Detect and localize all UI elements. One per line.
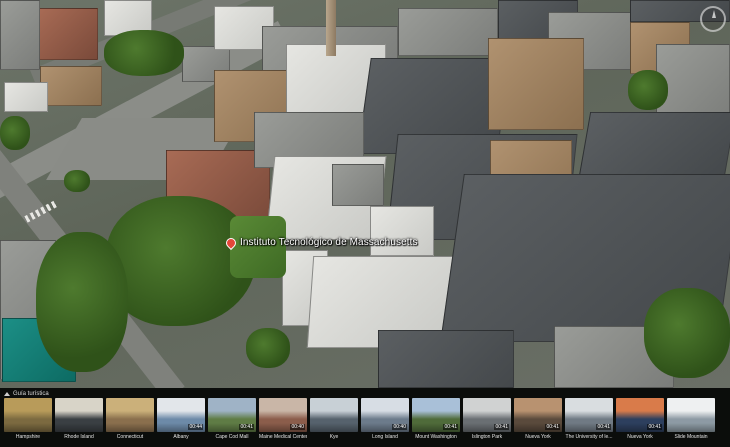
tour-thumbnail-caption: Slide Mountain	[674, 434, 708, 440]
tour-guide-panel: Guía turística Hampshire Rhode Island Conn…	[0, 388, 730, 447]
building	[40, 66, 102, 106]
trees	[628, 70, 668, 110]
collapse-caret-icon[interactable]	[4, 392, 10, 396]
tour-thumbnail[interactable]: 00:41 Cape Cod Mall	[208, 398, 256, 444]
building	[488, 38, 584, 130]
tour-thumbnail-caption: Mount Washington	[415, 434, 457, 440]
compass-icon[interactable]	[700, 6, 726, 32]
tour-thumbnail-caption: Rhode Island	[64, 434, 94, 440]
tour-thumbnail[interactable]: Hampshire	[4, 398, 52, 444]
tour-thumbnail-caption: Hampshire	[15, 434, 41, 440]
chimney	[326, 0, 336, 56]
tour-thumbnail[interactable]: 00:41 Mount Washington	[412, 398, 460, 444]
tour-thumbnail-caption: Maine Medical Center	[259, 434, 307, 440]
tour-thumbnail-duration: 00:41	[494, 424, 509, 430]
tour-thumbnail[interactable]: 00:41 Islington Park	[463, 398, 511, 444]
tour-thumbnail-image	[106, 398, 154, 432]
tour-thumbnail-duration: 00:41	[443, 424, 458, 430]
tour-thumbnail-duration: 00:40	[290, 424, 305, 430]
tour-thumbnail[interactable]: 00:40 Long Island	[361, 398, 409, 444]
tour-thumbnail-caption: Connecticut	[116, 434, 144, 440]
tour-thumbnail-image	[4, 398, 52, 432]
trees	[64, 170, 90, 192]
tour-thumbnail-image	[55, 398, 103, 432]
building	[38, 8, 98, 60]
tour-thumbnail[interactable]: 00:41 Nueva York	[514, 398, 562, 444]
tour-thumbnail-caption: Cape Cod Mall	[215, 434, 249, 440]
trees	[0, 116, 30, 150]
place-label[interactable]: Instituto Tecnológico de Massachusetts	[223, 235, 418, 250]
tour-thumbnail-strip: Hampshire Rhode Island Connecticut 00:44 Alb…	[4, 398, 728, 446]
tour-thumbnail-caption: Albany	[173, 434, 189, 440]
building	[398, 8, 498, 56]
tour-thumbnail-duration: 00:41	[647, 424, 662, 430]
tour-thumbnail-caption: Islington Park	[471, 434, 503, 440]
tour-thumbnail-image	[310, 398, 358, 432]
tour-thumbnail-caption: Nueva York	[627, 434, 653, 440]
building	[378, 330, 514, 388]
building	[0, 0, 40, 70]
place-label-text: Instituto Tecnológico de Massachusetts	[240, 237, 418, 248]
building	[332, 164, 384, 206]
tour-thumbnail[interactable]: 00:41 The University of le...	[565, 398, 613, 444]
trees	[104, 30, 184, 76]
tour-thumbnail[interactable]: 00:41 Nueva York	[616, 398, 664, 444]
map-3d-view[interactable]: Instituto Tecnológico de Massachusetts	[0, 0, 730, 388]
trees	[246, 328, 290, 368]
building-mit	[370, 206, 434, 256]
tour-thumbnail-image	[667, 398, 715, 432]
tour-thumbnail-duration: 00:44	[188, 424, 203, 430]
trees	[36, 232, 128, 372]
building	[577, 112, 730, 182]
tour-thumbnail[interactable]: Rhode Island	[55, 398, 103, 444]
tour-thumbnail-duration: 00:41	[596, 424, 611, 430]
tour-thumbnail[interactable]: Slide Mountain	[667, 398, 715, 444]
trees	[644, 288, 730, 378]
tour-thumbnail-caption: Nueva York	[525, 434, 551, 440]
building	[4, 82, 48, 112]
tour-thumbnail[interactable]: 00:44 Albany	[157, 398, 205, 444]
tour-thumbnail-caption: The University of le...	[565, 434, 613, 440]
tour-guide-title: Guía turística	[13, 391, 49, 397]
map-pin-icon	[223, 235, 239, 250]
tour-thumbnail-caption: Long Island	[372, 434, 398, 440]
tour-thumbnail[interactable]: 00:40 Maine Medical Center	[259, 398, 307, 444]
tour-thumbnail-duration: 00:41	[545, 424, 560, 430]
tour-thumbnail-caption: Kye	[329, 434, 339, 440]
tour-thumbnail-duration: 00:41	[239, 424, 254, 430]
tour-thumbnail-duration: 00:40	[392, 424, 407, 430]
tour-thumbnail[interactable]: Connecticut	[106, 398, 154, 444]
tour-thumbnail[interactable]: Kye	[310, 398, 358, 444]
